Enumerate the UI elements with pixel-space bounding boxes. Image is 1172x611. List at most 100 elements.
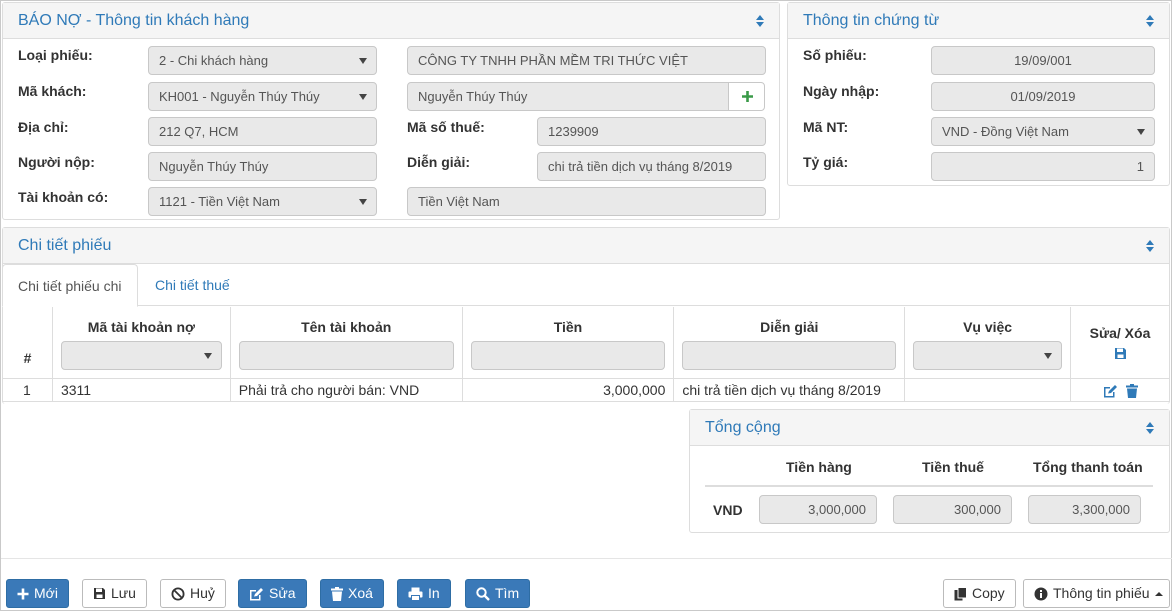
new-button[interactable]: Mới [6, 579, 69, 608]
edit-button-label: Sửa [269, 585, 296, 601]
chevron-down-icon [1137, 129, 1145, 135]
save-button[interactable]: Lưu [82, 579, 147, 608]
document-info-header[interactable]: Thông tin chứng từ [788, 3, 1169, 39]
col-case-header: Vụ việc [904, 307, 1071, 379]
totals-divider [705, 485, 1153, 487]
goods-amount-header: Tiền hàng [786, 459, 852, 475]
voucher-type-label: Loại phiếu: [18, 47, 93, 63]
delete-button[interactable]: Xoá [320, 579, 384, 608]
copy-button[interactable]: Copy [943, 579, 1016, 608]
totals-panel: Tổng cộng Tiền hàng Tiền thuế Tổng thanh… [689, 409, 1170, 533]
credit-account-name-field[interactable]: Tiền Việt Nam [407, 187, 766, 216]
trash-icon[interactable] [1125, 383, 1138, 398]
total-payment-field[interactable]: 3,300,000 [1028, 495, 1141, 524]
credit-account-label: Tài khoản có: [18, 189, 109, 205]
customer-name-field[interactable]: Nguyễn Thúy Thúy [407, 82, 729, 111]
detail-header[interactable]: Chi tiết phiếu [3, 228, 1169, 264]
goods-amount-field[interactable]: 3,000,000 [759, 495, 877, 524]
entry-date-label: Ngày nhập: [803, 83, 880, 99]
exchange-rate-field[interactable]: 1 [931, 152, 1155, 181]
row-debit-account: 3311 [51, 377, 231, 402]
totals-header[interactable]: Tổng cộng [690, 410, 1169, 446]
address-field[interactable]: 212 Q7, HCM [148, 117, 377, 146]
voucher-type-select[interactable]: 2 - Chi khách hàng [148, 46, 377, 75]
cancel-button-label: Huỷ [190, 585, 215, 601]
voucher-type-value: 2 - Chi khách hàng [159, 53, 269, 68]
description-field[interactable]: chi trả tiền dịch vụ tháng 8/2019 [537, 152, 766, 181]
col-debit-account-header: Mã tài khoản nợ [51, 307, 231, 379]
customer-info-title: BÁO NỢ - Thông tin khách hàng [18, 12, 250, 29]
add-customer-button[interactable] [728, 82, 765, 111]
col-amount-label: Tiền [553, 319, 583, 335]
payer-label: Người nộp: [18, 154, 95, 170]
edit-icon[interactable] [1103, 384, 1118, 398]
payer-field[interactable]: Nguyễn Thúy Thúy [148, 152, 377, 181]
currency-value: VND - Đồng Việt Nam [942, 124, 1069, 139]
description-label: Diễn giải: [407, 154, 471, 170]
currency-select[interactable]: VND - Đồng Việt Nam [931, 117, 1155, 146]
col-account-name-label: Tên tài khoản [301, 319, 392, 335]
search-button-label: Tìm [495, 585, 520, 601]
tab-payment-detail[interactable]: Chi tiết phiếu chi [2, 264, 138, 307]
company-name-field[interactable]: CÔNG TY TNHH PHẦN MỀM TRI THỨC VIỆT [407, 46, 766, 75]
ban-icon [171, 587, 185, 600]
copy-icon [954, 586, 967, 600]
caret-up-icon [1154, 591, 1163, 596]
row-account-name: Phải trả cho người bán: VND [229, 377, 463, 402]
footer-divider [1, 558, 1172, 559]
currency-label: Mã NT: [803, 119, 849, 135]
edit-icon [250, 587, 263, 600]
cancel-button[interactable]: Huỷ [160, 579, 226, 608]
search-button[interactable]: Tìm [465, 579, 531, 608]
tab-tax-detail[interactable]: Chi tiết thuế [140, 264, 245, 306]
entry-date-field[interactable]: 01/09/2019 [931, 82, 1155, 111]
credit-account-select[interactable]: 1121 - Tiền Việt Nam [148, 187, 377, 216]
col-debit-account-label: Mã tài khoản nợ [87, 319, 195, 335]
voucher-info-dropdown[interactable]: Thông tin phiếu [1023, 579, 1170, 608]
voucher-no-field[interactable]: 19/09/001 [931, 46, 1155, 75]
row-index: 1 [2, 377, 53, 402]
address-label: Địa chỉ: [18, 119, 69, 135]
exchange-rate-label: Tỷ giá: [803, 154, 849, 170]
customer-code-select[interactable]: KH001 - Nguyễn Thúy Thúy [148, 82, 377, 111]
col-account-name-header: Tên tài khoản [229, 307, 463, 379]
customer-code-label: Mã khách: [18, 83, 87, 99]
tax-amount-header: Tiền thuế [922, 459, 984, 475]
collapse-toggle-icon[interactable] [1145, 421, 1155, 435]
case-filter-select[interactable] [913, 341, 1062, 370]
col-index-label: # [23, 349, 32, 366]
totals-title: Tổng cộng [705, 419, 781, 436]
account-name-filter-input[interactable] [238, 341, 454, 370]
save-button-label: Lưu [111, 585, 136, 601]
amount-filter-input[interactable] [470, 341, 666, 370]
col-amount-header: Tiền [461, 307, 675, 379]
collapse-toggle-icon[interactable] [1145, 14, 1155, 28]
plus-icon [17, 588, 29, 599]
save-icon [94, 588, 105, 599]
trash-icon [331, 586, 343, 601]
print-button[interactable]: In [397, 579, 451, 608]
print-button-label: In [428, 585, 440, 601]
chevron-down-icon [359, 199, 367, 205]
totals-currency: VND [713, 502, 743, 518]
debit-account-filter-select[interactable] [60, 341, 222, 370]
voucher-no-label: Số phiếu: [803, 47, 867, 63]
row-actions [1070, 377, 1170, 402]
tax-code-label: Mã số thuế: [407, 119, 485, 135]
customer-info-header[interactable]: BÁO NỢ - Thông tin khách hàng [3, 3, 779, 39]
document-info-title: Thông tin chứng từ [803, 12, 940, 29]
chevron-down-icon [359, 94, 367, 100]
delete-button-label: Xoá [348, 585, 373, 601]
tax-amount-field[interactable]: 300,000 [893, 495, 1012, 524]
detail-tabs: Chi tiết phiếu chi Chi tiết thuế [2, 264, 1170, 307]
collapse-toggle-icon[interactable] [1145, 239, 1155, 253]
row-amount: 3,000,000 [461, 377, 675, 402]
save-icon[interactable] [1114, 347, 1127, 360]
table-row[interactable]: 1 3311 Phải trả cho người bán: VND 3,000… [2, 377, 1170, 402]
col-description-header: Diễn giải [673, 307, 906, 379]
collapse-toggle-icon[interactable] [755, 14, 765, 28]
tax-code-field[interactable]: 1239909 [537, 117, 766, 146]
edit-button[interactable]: Sửa [238, 579, 307, 608]
detail-title: Chi tiết phiếu [18, 237, 112, 254]
description-filter-input[interactable] [682, 341, 897, 370]
